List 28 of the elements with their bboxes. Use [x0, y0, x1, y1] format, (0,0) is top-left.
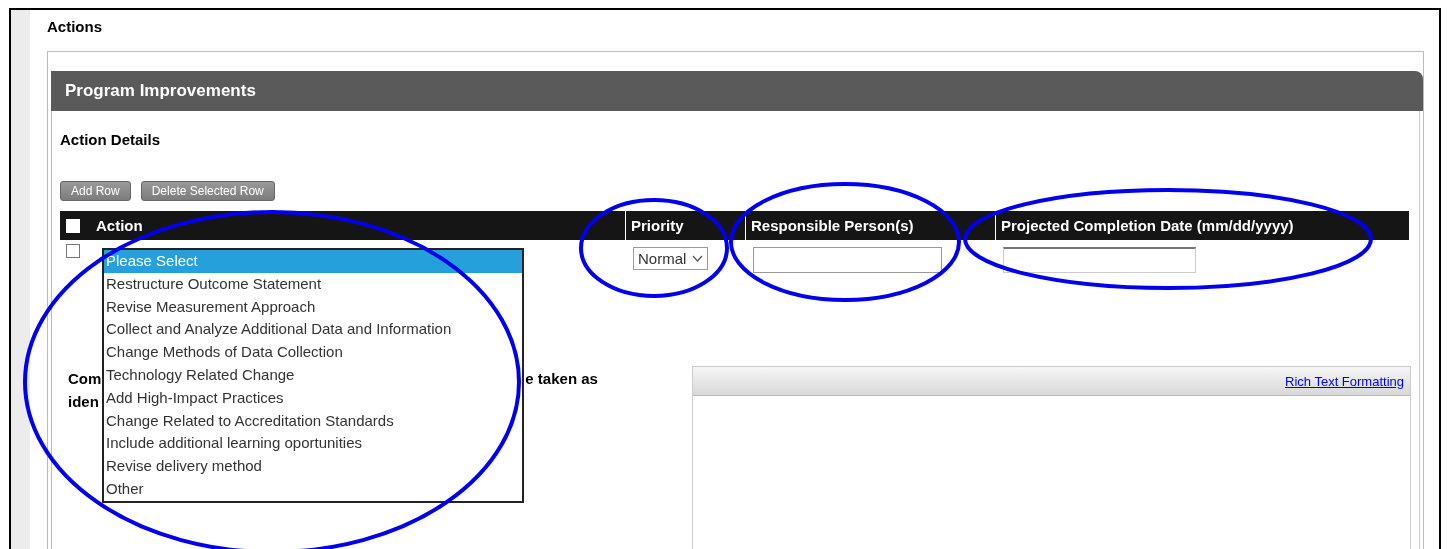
rich-text-link[interactable]: Rich Text Formatting	[1285, 373, 1404, 389]
label-fragment: iden	[68, 393, 99, 410]
rich-text-editor[interactable]: Rich Text Formatting	[692, 366, 1411, 549]
date-field[interactable]	[1003, 247, 1196, 273]
row-checkbox[interactable]	[66, 244, 80, 258]
dropdown-option[interactable]: Technology Related Change	[104, 364, 522, 387]
column-header: Action	[96, 217, 143, 234]
column-header: Priority	[631, 217, 684, 234]
dropdown-option[interactable]: Change Methods of Data Collection	[104, 341, 522, 364]
label-fragment: Com	[68, 369, 102, 389]
input-field[interactable]	[753, 247, 942, 273]
dropdown-option[interactable]: Other	[104, 477, 522, 501]
dropdown-option[interactable]: Add High-Impact Practices	[104, 386, 522, 410]
column-header: Projected Completion Date (mm/dd/yyyy)	[1001, 217, 1294, 234]
priority-select[interactable]: Normal	[633, 247, 709, 270]
section-title: Actions	[47, 18, 103, 37]
dropdown-option[interactable]: Change Related to Accreditation Standards	[104, 409, 522, 433]
dropdown-option[interactable]: Revise delivery method	[104, 455, 522, 478]
column-header: Responsible Person(s)	[751, 217, 914, 234]
select-all-checkbox[interactable]	[66, 218, 80, 233]
chevron-down-icon	[692, 255, 704, 262]
section-subtitle: Action Details	[60, 131, 162, 148]
dropdown-option[interactable]: Revise Measurement Approach	[104, 295, 522, 319]
dropdown-option[interactable]: Restructure Outcome Statement	[104, 272, 522, 296]
label-fragment: e taken as	[525, 369, 598, 389]
dropdown-option[interactable]: Include additional learning oportunities	[104, 432, 522, 456]
dropdown-option[interactable]: Collect and Analyze Additional Data and Information	[104, 318, 522, 342]
panel-header: Program Improvements	[51, 71, 1423, 111]
